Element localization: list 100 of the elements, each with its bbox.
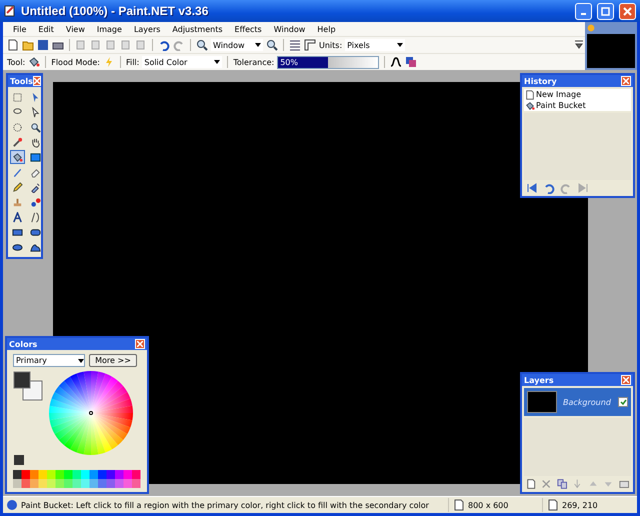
units-dropdown[interactable]: Pixels (345, 39, 406, 51)
fill-label: Fill: (126, 58, 140, 66)
more-button[interactable]: More >> (89, 354, 137, 367)
caret-icon (255, 43, 261, 47)
menu-item[interactable]: Layers (128, 24, 166, 34)
rectangle-icon (12, 226, 23, 238)
gradient-icon (30, 152, 41, 162)
last-step-icon (577, 182, 589, 194)
app-icon (4, 5, 16, 17)
redo-icon (560, 182, 572, 194)
panel-title: Layers (524, 376, 554, 384)
panel-title: Colors (9, 340, 38, 348)
primary-secondary-swatches[interactable] (13, 371, 43, 401)
color-palette[interactable] (13, 470, 141, 488)
undo-icon (158, 39, 170, 51)
zoom-dropdown[interactable]: Window (211, 39, 263, 51)
history-item[interactable]: New Image (524, 89, 631, 100)
ellipse-select-icon (12, 122, 23, 132)
zoom-out-icon (196, 39, 208, 51)
window-title: Untitled (100%) - Paint.NET v3.36 (21, 4, 210, 18)
image-thumbnail (587, 34, 635, 68)
undo-icon (543, 182, 555, 194)
hand-icon (30, 136, 41, 148)
tool-button[interactable] (10, 180, 25, 194)
tool-label: Tool: (7, 58, 26, 66)
fill-dropdown[interactable]: Solid Color (142, 56, 222, 68)
move-arrow-icon (30, 92, 41, 102)
caret-icon (397, 43, 404, 47)
paint-bucket-icon (525, 100, 535, 110)
menu-item[interactable]: Help (311, 24, 342, 34)
menu-item[interactable]: Effects (228, 24, 268, 34)
ellipse-icon (12, 242, 23, 252)
grid-icon (289, 39, 301, 51)
zoom-in-icon (266, 39, 278, 51)
caret-icon (214, 60, 220, 64)
layer-thumbnail (527, 391, 557, 413)
maximize-icon (601, 6, 610, 16)
close-button[interactable] (135, 339, 145, 349)
caret-icon (78, 358, 84, 362)
clone-stamp-icon (12, 196, 23, 208)
overflow-icon (573, 39, 585, 51)
recolor-icon (30, 196, 41, 208)
close-button[interactable] (32, 76, 41, 86)
tolerance-label: Tolerance: (233, 58, 274, 66)
panel-title: History (524, 76, 557, 86)
help-icon (6, 499, 18, 511)
zoom-icon (30, 122, 41, 132)
paint-bucket-icon (12, 152, 23, 162)
cursor-position: 269, 210 (562, 500, 598, 510)
color-wheel[interactable] (49, 371, 133, 455)
layer-row[interactable]: Background (524, 388, 631, 416)
first-step-icon (526, 182, 538, 194)
status-hint: Paint Bucket: Left click to fill a region with the primary color, right click to fill with the secondary color (21, 500, 430, 510)
menu-item[interactable]: Adjustments (166, 24, 229, 34)
paint-bucket-icon (28, 56, 40, 68)
freeform-shape-icon (30, 242, 41, 252)
rounded-rectangle-icon (30, 226, 41, 238)
tolerance-slider[interactable]: 50% (277, 56, 380, 68)
units-label: Units: (319, 40, 342, 50)
close-button[interactable] (621, 375, 631, 385)
menu-item[interactable]: File (7, 24, 32, 34)
tool-button[interactable] (10, 210, 25, 224)
paintbrush-icon (12, 166, 23, 178)
layer-name: Background (563, 398, 612, 406)
close-icon (623, 6, 632, 16)
duplicate-icon (556, 478, 568, 490)
menu-item[interactable]: Image (90, 24, 128, 34)
text-tool-icon (12, 212, 23, 222)
merge-down-icon (572, 478, 583, 490)
history-item[interactable]: Paint Bucket (524, 100, 631, 111)
save-icon (37, 39, 49, 51)
close-button[interactable] (619, 2, 636, 20)
redo-icon (173, 39, 185, 51)
image-size: 800 x 600 (468, 500, 508, 510)
visibility-checkbox[interactable] (618, 397, 628, 407)
antialias-curve-icon (390, 56, 402, 68)
blend-mode-icon (405, 56, 418, 68)
color-picker-icon (30, 182, 41, 192)
panel-title: Tools (10, 76, 33, 86)
menu-item[interactable]: Edit (32, 24, 60, 34)
maximize-button[interactable] (597, 2, 614, 20)
delete-icon (541, 478, 552, 490)
new-file-icon (7, 39, 19, 51)
menu-item[interactable]: Window (268, 24, 312, 34)
ruler-icon (304, 39, 316, 51)
move-selection-icon (30, 106, 41, 118)
close-button[interactable] (621, 76, 631, 86)
line-curve-icon (30, 212, 41, 222)
add-layer-icon (526, 478, 536, 490)
eraser-icon (30, 166, 41, 178)
pencil-icon (12, 182, 23, 192)
magic-wand-icon (12, 136, 23, 148)
open-folder-icon (22, 39, 34, 51)
tool-button[interactable] (10, 150, 25, 164)
menu-item[interactable]: View (60, 24, 91, 34)
minimize-button[interactable] (575, 2, 592, 20)
flood-mode-label: Flood Mode: (51, 58, 100, 66)
layer-properties-icon (618, 478, 629, 490)
color-mode-dropdown[interactable]: Primary (13, 354, 85, 367)
rectangle-select-icon (12, 92, 23, 102)
